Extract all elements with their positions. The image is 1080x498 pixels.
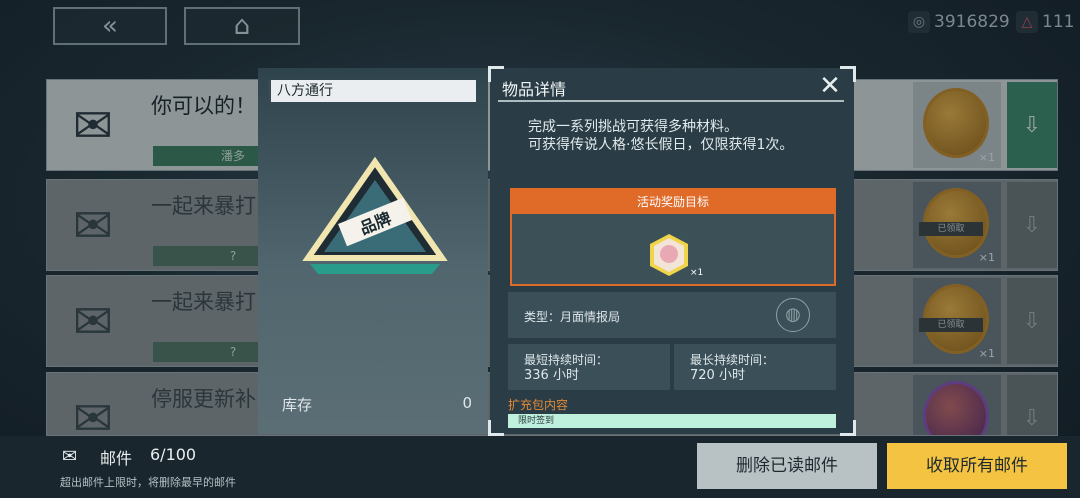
min-duration-value: 336 小时 (524, 368, 579, 383)
frame-corner (488, 420, 504, 436)
item-detail-panel: 物品详情 ✕ 完成一系列挑战可获得多种材料。 可获得传说人格·悠长假日，仅限获得… (488, 66, 856, 436)
mail-count-value: 6/100 (150, 445, 197, 464)
stock-value: 0 (462, 394, 472, 412)
max-duration-value: 720 小时 (690, 368, 745, 383)
frame-corner (840, 420, 856, 436)
title-divider (498, 100, 844, 102)
mail-limit-note: 超出邮件上限时，将删除最早的邮件 (60, 476, 236, 489)
pack-content-item[interactable]: 限时签到 (508, 414, 836, 428)
item-type: 类型：月面情报局 (524, 310, 621, 324)
item-type-box: 类型：月面情报局 ◍ (508, 292, 836, 338)
item-preview-panel: 八方通行 品牌 库存 0 (258, 68, 488, 434)
min-duration-label: 最短持续时间： (524, 353, 609, 367)
max-duration-label: 最长持续时间： (690, 353, 775, 367)
item-description: 完成一系列挑战可获得多种材料。 可获得传说人格·悠长假日，仅限获得1次。 (528, 119, 794, 153)
moon-faction-icon: ◍ (776, 298, 810, 332)
character-portrait-icon[interactable] (644, 232, 694, 278)
pack-contents-label: 扩充包内容 (508, 398, 569, 412)
min-duration-box: 最短持续时间： 336 小时 (508, 344, 670, 390)
close-button[interactable]: ✕ (816, 72, 844, 100)
close-icon: ✕ (819, 71, 841, 101)
item-name: 八方通行 (268, 80, 476, 102)
detail-title: 物品详情 (502, 80, 567, 99)
reward-target-header: 活动奖励目标 (512, 190, 834, 214)
brand-badge-icon: 品牌 (302, 156, 448, 274)
max-duration-box: 最长持续时间： 720 小时 (674, 344, 836, 390)
mail-icon: ✉ (62, 446, 78, 467)
delete-read-mail-button[interactable]: 删除已读邮件 (697, 443, 877, 489)
mail-count-label: 邮件 (100, 449, 133, 468)
reward-target-count: ×1 (690, 268, 704, 278)
collect-all-mail-button[interactable]: 收取所有邮件 (887, 443, 1067, 489)
reward-target-box: 活动奖励目标 ×1 (510, 188, 836, 286)
stock-label: 库存 (282, 396, 313, 414)
